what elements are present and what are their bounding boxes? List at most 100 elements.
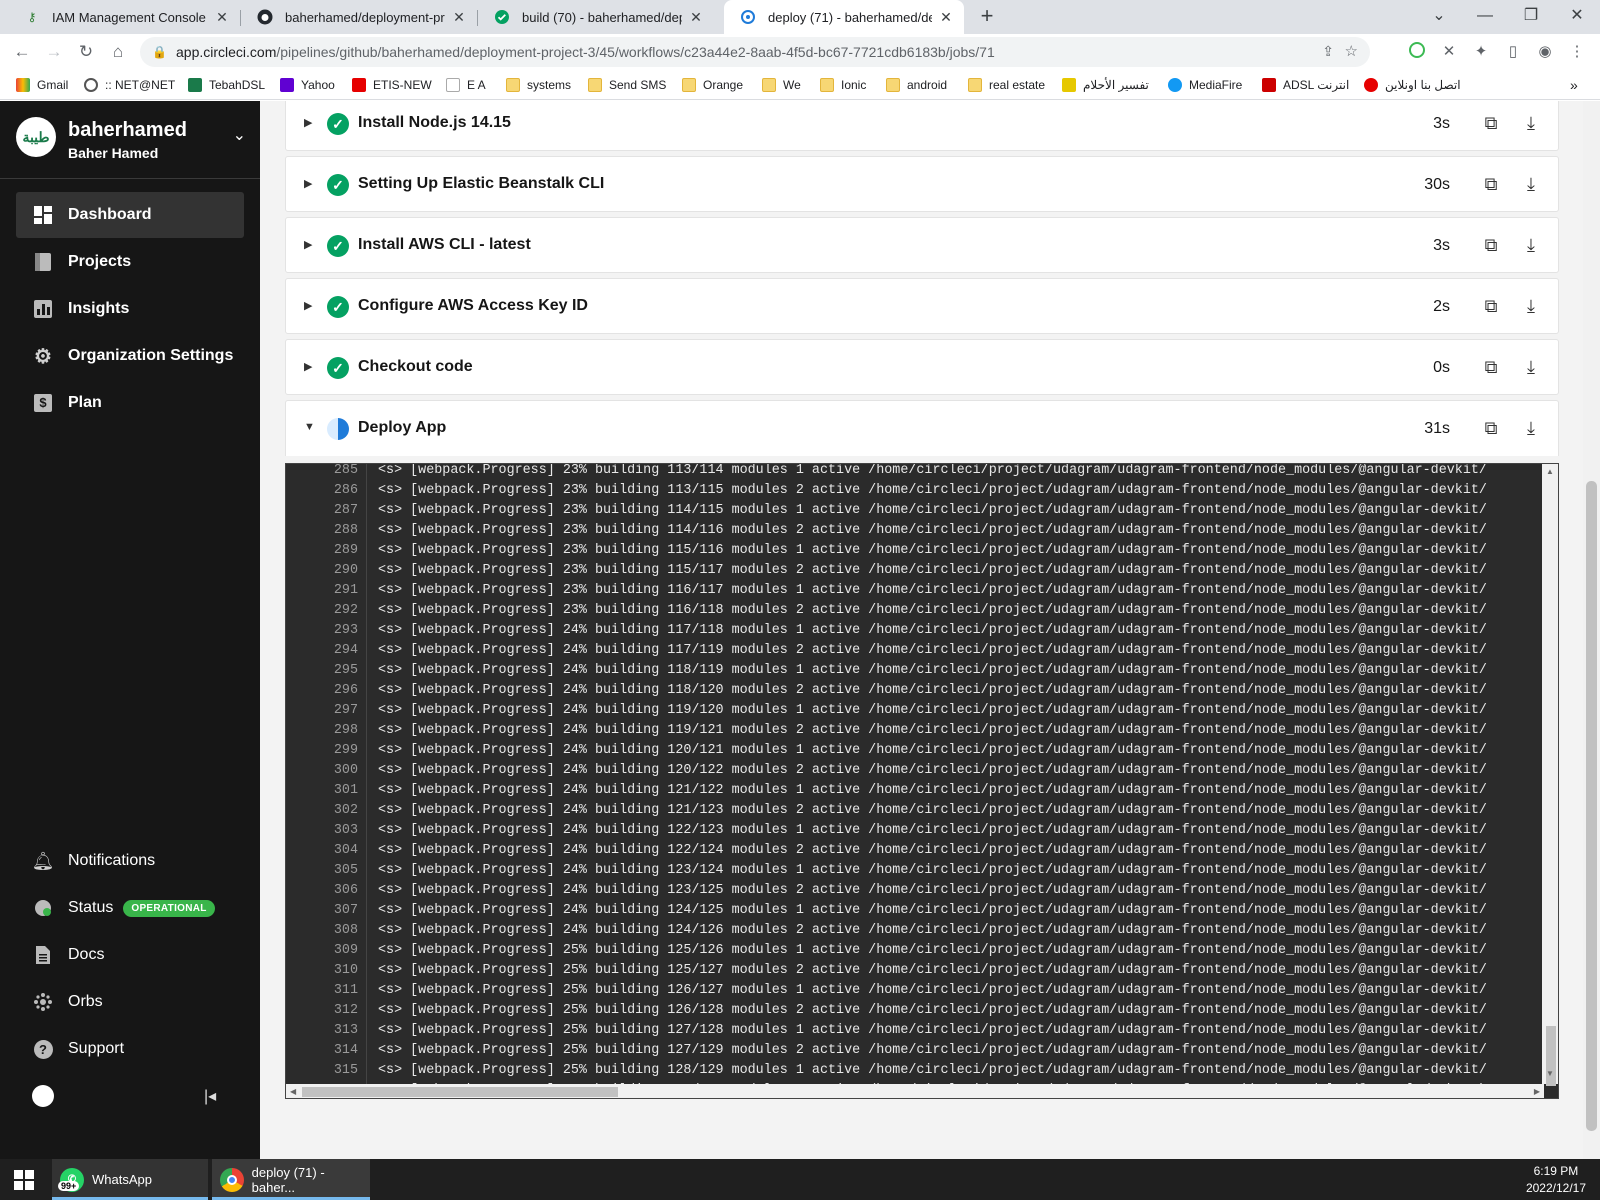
reload-button[interactable]: ↻ [72, 38, 100, 66]
sidebar-item-organization-settings[interactable]: ⚙ Organization Settings [16, 333, 244, 379]
bookmarks-overflow-icon[interactable]: » [1570, 76, 1578, 94]
expand-caret-icon[interactable]: ▶ [304, 177, 312, 190]
bookmark-yahoo[interactable]: Yahoo [280, 76, 335, 94]
taskbar-whatsapp[interactable]: ✆ 99+ WhatsApp [52, 1159, 208, 1200]
sidebar-item-insights[interactable]: Insights [16, 286, 244, 332]
bookmark-vodafone[interactable]: اتصل بنا اونلاين [1364, 76, 1461, 94]
bookmark-gmail[interactable]: Gmail [16, 76, 68, 94]
bookmark-netnet[interactable]: :: NET@NET [84, 76, 175, 94]
download-icon[interactable]: ⤓ [1520, 295, 1542, 317]
tab-deploy-71[interactable]: deploy (71) - baherhamed/deplo ✕ [724, 0, 964, 34]
scrollbar-thumb[interactable] [302, 1087, 618, 1097]
address-toolbar: ← → ↻ ⌂ 🔒 app.circleci.com/pipelines/git… [0, 34, 1600, 70]
extensions-puzzle-icon[interactable]: ✦ [1470, 42, 1492, 62]
extension-green-icon[interactable] [1406, 42, 1428, 62]
download-icon[interactable]: ⤓ [1520, 417, 1542, 439]
forward-button[interactable]: → [40, 38, 68, 66]
bookmark-adsl[interactable]: ADSL انترنت [1262, 76, 1349, 94]
minimize-button[interactable]: — [1462, 0, 1508, 34]
sidebar-item-orbs[interactable]: Orbs [16, 979, 244, 1025]
open-external-icon[interactable]: ⧉ [1480, 295, 1502, 317]
log-horizontal-scrollbar[interactable]: ◀ ▶ [286, 1084, 1544, 1098]
step-row[interactable]: ▶ ✓ Setting Up Elastic Beanstalk CLI 30s… [285, 156, 1559, 212]
maximize-button[interactable]: ❐ [1508, 0, 1554, 34]
collapse-caret-icon[interactable]: ▼ [304, 421, 315, 433]
bookmark-dreams[interactable]: تفسير الأحلام [1062, 76, 1149, 94]
close-window-button[interactable]: ✕ [1554, 0, 1600, 34]
open-external-icon[interactable]: ⧉ [1480, 112, 1502, 134]
sidebar-item-notifications[interactable]: 🔔︎ Notifications [16, 838, 244, 884]
step-row[interactable]: ▶ ✓ Install Node.js 14.15 3s ⧉ ⤓ [285, 101, 1559, 151]
expand-caret-icon[interactable]: ▶ [304, 299, 312, 312]
download-icon[interactable]: ⤓ [1520, 234, 1542, 256]
success-check-icon: ✓ [327, 113, 349, 135]
side-panel-icon[interactable]: ▯ [1502, 42, 1524, 62]
expand-caret-icon[interactable]: ▶ [304, 116, 312, 129]
bookmark-etis[interactable]: ETIS-NEW [352, 76, 432, 94]
org-switcher[interactable]: طيبة baherhamed Baher Hamed ⌄ [16, 115, 252, 171]
bookmark-ea[interactable]: E A [446, 76, 486, 94]
close-tab-icon[interactable]: ✕ [688, 9, 704, 26]
extension-x-icon[interactable]: ✕ [1438, 42, 1460, 62]
home-button[interactable]: ⌂ [104, 38, 132, 66]
log-text: <s> [webpack.Progress] 24% building 123/… [378, 863, 1487, 878]
download-icon[interactable]: ⤓ [1520, 173, 1542, 195]
download-icon[interactable]: ⤓ [1520, 112, 1542, 134]
step-row[interactable]: ▶ ✓ Install AWS CLI - latest 3s ⧉ ⤓ [285, 217, 1559, 273]
log-output[interactable]: 285 <s> [webpack.Progress] 23% building 1… [285, 463, 1559, 1099]
user-avatar[interactable] [32, 1085, 54, 1107]
bookmarks-bar: Gmail :: NET@NET TebahDSL Yahoo ETIS-NEW… [0, 70, 1600, 100]
share-icon[interactable]: ⇪ [1322, 43, 1334, 60]
expand-caret-icon[interactable]: ▶ [304, 238, 312, 251]
bookmark-mediafire[interactable]: MediaFire [1168, 76, 1242, 94]
bookmark-folder-orange[interactable]: Orange [682, 76, 743, 94]
log-line: 310 <s> [webpack.Progress] 25% building 1… [286, 961, 1536, 981]
profile-avatar[interactable]: ◉ [1534, 42, 1556, 62]
bookmark-folder-real-estate[interactable]: real estate [968, 76, 1045, 94]
sidebar-item-dashboard[interactable]: Dashboard [16, 192, 244, 238]
step-row[interactable]: ▶ ✓ Configure AWS Access Key ID 2s ⧉ ⤓ [285, 278, 1559, 334]
download-icon[interactable]: ⤓ [1520, 356, 1542, 378]
tab-search-icon[interactable]: ⌄ [1416, 0, 1462, 34]
collapse-sidebar-icon[interactable]: |◂ [204, 1086, 216, 1106]
sidebar-item-support[interactable]: ? Support [16, 1026, 244, 1072]
bookmark-folder-we[interactable]: We [762, 76, 801, 94]
user-name: Baher Hamed [68, 145, 159, 161]
sidebar-item-status[interactable]: Status OPERATIONAL [16, 885, 244, 931]
url-bar[interactable]: 🔒 app.circleci.com/pipelines/github/bahe… [140, 37, 1370, 67]
back-button[interactable]: ← [8, 38, 36, 66]
close-tab-icon[interactable]: ✕ [214, 9, 230, 26]
sidebar-item-plan[interactable]: $ Plan [16, 380, 244, 426]
log-text: <s> [webpack.Progress] 23% building 115/… [378, 543, 1487, 558]
sidebar-item-docs[interactable]: Docs [16, 932, 244, 978]
step-row-expanded[interactable]: ▼ Deploy App 31s ⧉ ⤓ [285, 400, 1559, 456]
open-external-icon[interactable]: ⧉ [1480, 417, 1502, 439]
taskbar-chrome[interactable]: deploy (71) - baher... [212, 1159, 370, 1200]
bookmark-folder-ionic[interactable]: Ionic [820, 76, 866, 94]
success-check-icon: ✓ [327, 235, 349, 257]
new-tab-button[interactable]: + [974, 4, 1000, 30]
bookmark-folder-systems[interactable]: systems [506, 76, 571, 94]
bookmark-send-sms[interactable]: Send SMS [588, 76, 666, 94]
tab-github[interactable]: baherhamed/deployment-projec ✕ [241, 0, 477, 34]
bookmark-folder-android[interactable]: android [886, 76, 947, 94]
bookmark-tebahdsl[interactable]: TebahDSL [188, 76, 265, 94]
close-tab-icon[interactable]: ✕ [938, 9, 954, 26]
close-tab-icon[interactable]: ✕ [451, 9, 467, 26]
menu-kebab-icon[interactable]: ⋮ [1566, 42, 1588, 62]
open-external-icon[interactable]: ⧉ [1480, 356, 1502, 378]
expand-caret-icon[interactable]: ▶ [304, 360, 312, 373]
tab-build-70[interactable]: build (70) - baherhamed/deploym ✕ [478, 0, 714, 34]
windows-start-icon[interactable] [14, 1170, 34, 1190]
bookmark-star-icon[interactable]: ☆ [1345, 42, 1358, 60]
step-row[interactable]: ▶ ✓ Checkout code 0s ⧉ ⤓ [285, 339, 1559, 395]
tab-iam-console[interactable]: ⚷ IAM Management Console ✕ [8, 0, 240, 34]
sidebar-item-projects[interactable]: Projects [16, 239, 244, 285]
open-external-icon[interactable]: ⧉ [1480, 234, 1502, 256]
log-vertical-scrollbar[interactable]: ▲ ▼ [1542, 464, 1558, 1086]
open-external-icon[interactable]: ⧉ [1480, 173, 1502, 195]
scrollbar-thumb[interactable] [1586, 481, 1597, 1131]
log-line: 315 <s> [webpack.Progress] 25% building 1… [286, 1061, 1536, 1081]
system-clock[interactable]: 6:19 PM 2022/12/17 [1526, 1163, 1586, 1197]
page-scrollbar[interactable] [1583, 101, 1600, 1159]
